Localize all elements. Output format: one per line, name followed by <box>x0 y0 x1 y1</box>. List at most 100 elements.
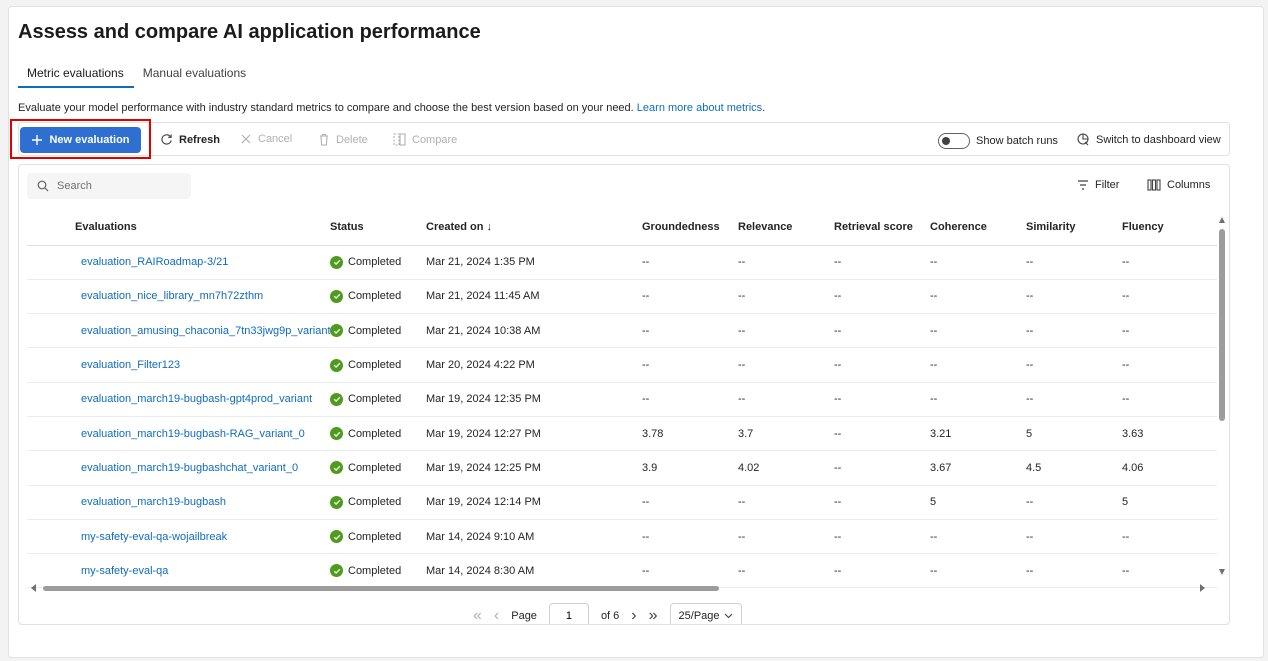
table-row[interactable]: evaluation_march19-bugbash-RAG_variant_0… <box>27 416 1217 452</box>
table-row[interactable]: evaluation_march19-bugbashchat_variant_0… <box>27 450 1217 486</box>
table-row[interactable]: evaluation_nice_library_mn7h72zthm Comple… <box>27 279 1217 315</box>
status-text: Completed <box>348 530 402 543</box>
search-input[interactable] <box>57 180 177 192</box>
fluency-cell: 3.63 <box>1122 416 1217 452</box>
relevance-cell: 3.7 <box>738 416 834 452</box>
tab-manual-evaluations[interactable]: Manual evaluations <box>134 66 256 88</box>
filter-icon <box>1078 180 1088 190</box>
refresh-icon <box>161 134 172 145</box>
status-badge: Completed <box>330 530 426 544</box>
col-header-status[interactable]: Status <box>330 209 426 246</box>
last-page-icon[interactable]: » <box>649 607 658 624</box>
check-circle-icon <box>330 358 343 372</box>
similarity-cell: -- <box>1026 485 1122 520</box>
search-box[interactable] <box>27 173 191 199</box>
filter-button[interactable]: Filter <box>1077 179 1119 191</box>
page-size-select[interactable]: 25/Page <box>669 603 742 624</box>
vertical-scrollbar[interactable] <box>1219 217 1225 575</box>
table-row[interactable]: evaluation_Filter123 Completed Mar 20, 202… <box>27 347 1217 383</box>
evaluation-name-link[interactable]: evaluation_march19-bugbash <box>27 485 330 520</box>
evaluation-name-link[interactable]: evaluation_march19-bugbash-gpt4prod_vari… <box>27 382 330 417</box>
created-on-cell: Mar 14, 2024 9:10 AM <box>426 519 642 555</box>
fluency-cell: -- <box>1122 519 1217 555</box>
tab-metric-evaluations[interactable]: Metric evaluations <box>18 66 134 88</box>
trash-icon <box>320 133 328 146</box>
status-cell: Completed <box>330 485 426 520</box>
relevance-cell: -- <box>738 485 834 520</box>
status-badge: Completed <box>330 461 426 475</box>
coherence-cell: -- <box>930 245 1026 280</box>
retrieval-cell: -- <box>834 382 930 417</box>
vertical-scroll-thumb[interactable] <box>1219 229 1225 421</box>
chevron-down-icon <box>724 613 732 619</box>
relevance-cell: -- <box>738 313 834 349</box>
retrieval-cell: -- <box>834 347 930 383</box>
col-header-retrieval-score[interactable]: Retrieval score <box>834 209 930 246</box>
scroll-right-icon[interactable] <box>1199 584 1205 592</box>
table-row[interactable]: evaluation_amusing_chaconia_7tn33jwg9p_v… <box>27 313 1217 349</box>
relevance-cell: -- <box>738 245 834 280</box>
evaluation-name-link[interactable]: evaluation_nice_library_mn7h72zthm <box>27 279 330 315</box>
evaluation-name-link[interactable]: evaluation_Filter123 <box>27 347 330 383</box>
status-text: Completed <box>348 256 402 269</box>
col-header-evaluations[interactable]: Evaluations <box>27 209 330 246</box>
toggle-switch[interactable] <box>938 133 970 149</box>
similarity-cell: -- <box>1026 347 1122 383</box>
first-page-icon[interactable]: « <box>473 607 482 624</box>
evaluation-name-link[interactable]: evaluation_RAIRoadmap-3/21 <box>27 245 330 280</box>
prev-page-icon[interactable]: ‹ <box>494 607 499 624</box>
col-header-relevance[interactable]: Relevance <box>738 209 834 246</box>
refresh-label: Refresh <box>179 133 220 146</box>
compare-icon <box>393 133 406 146</box>
evaluation-name-link[interactable]: evaluation_amusing_chaconia_7tn33jwg9p_v… <box>27 313 330 349</box>
col-header-similarity[interactable]: Similarity <box>1026 209 1122 246</box>
horizontal-scrollbar[interactable] <box>27 583 1215 593</box>
col-header-coherence[interactable]: Coherence <box>930 209 1026 246</box>
scroll-up-icon[interactable] <box>1219 217 1225 223</box>
new-evaluation-button[interactable]: New evaluation <box>20 127 141 153</box>
show-batch-runs-toggle[interactable]: Show batch runs <box>938 133 1058 149</box>
evaluation-name-link[interactable]: evaluation_march19-bugbash-RAG_variant_0 <box>27 416 330 452</box>
check-circle-icon <box>330 427 343 441</box>
fluency-cell: 4.06 <box>1122 450 1217 486</box>
page-number-input[interactable] <box>548 603 589 624</box>
table-row[interactable]: evaluation_RAIRoadmap-3/21 Completed Mar 2… <box>27 245 1217 280</box>
table-row[interactable]: my-safety-eval-qa-wojailbreak Completed Ma… <box>27 519 1217 555</box>
evaluations-table: Evaluations Status Created on ↓ Grounded… <box>27 209 1217 589</box>
show-batch-runs-label: Show batch runs <box>976 135 1058 147</box>
status-badge: Completed <box>330 427 426 441</box>
refresh-button[interactable]: Refresh <box>160 133 220 146</box>
scroll-left-icon[interactable] <box>31 584 37 592</box>
columns-button[interactable]: Columns <box>1147 179 1210 191</box>
status-text: Completed <box>348 461 402 474</box>
description-period: . <box>762 102 766 114</box>
evaluations-grid: Filter Columns Evaluations Status Create… <box>18 164 1230 625</box>
relevance-cell: -- <box>738 382 834 417</box>
columns-icon <box>1147 179 1161 191</box>
table-row[interactable]: evaluation_march19-bugbash Completed Mar 1… <box>27 485 1217 520</box>
check-circle-icon <box>330 530 343 544</box>
next-page-icon[interactable]: › <box>631 607 636 624</box>
status-cell: Completed <box>330 313 426 349</box>
retrieval-cell: -- <box>834 279 930 315</box>
delete-button[interactable]: Delete <box>318 133 368 146</box>
col-header-created-on[interactable]: Created on ↓ <box>426 209 642 246</box>
created-on-cell: Mar 19, 2024 12:27 PM <box>426 416 642 452</box>
switch-dashboard-button[interactable]: Switch to dashboard view <box>1077 133 1221 146</box>
page-size-value: 25/Page <box>678 610 720 622</box>
tab-bar: Metric evaluations Manual evaluations <box>18 66 256 88</box>
cancel-button[interactable]: Cancel <box>240 133 292 145</box>
table-row[interactable]: evaluation_march19-bugbash-gpt4prod_vari… <box>27 382 1217 417</box>
learn-more-link[interactable]: Learn more about metrics <box>637 102 762 114</box>
scroll-down-icon[interactable] <box>1219 569 1225 575</box>
status-badge: Completed <box>330 358 426 372</box>
compare-button[interactable]: Compare <box>393 133 457 146</box>
horizontal-scroll-thumb[interactable] <box>43 586 719 591</box>
evaluation-name-link[interactable]: my-safety-eval-qa-wojailbreak <box>27 519 330 555</box>
created-on-cell: Mar 21, 2024 1:35 PM <box>426 245 642 280</box>
evaluation-name-link[interactable]: evaluation_march19-bugbashchat_variant_0 <box>27 450 330 486</box>
col-header-groundedness[interactable]: Groundedness <box>642 209 738 246</box>
check-circle-icon <box>330 461 343 475</box>
col-header-fluency[interactable]: Fluency <box>1122 209 1217 246</box>
relevance-cell: -- <box>738 279 834 315</box>
